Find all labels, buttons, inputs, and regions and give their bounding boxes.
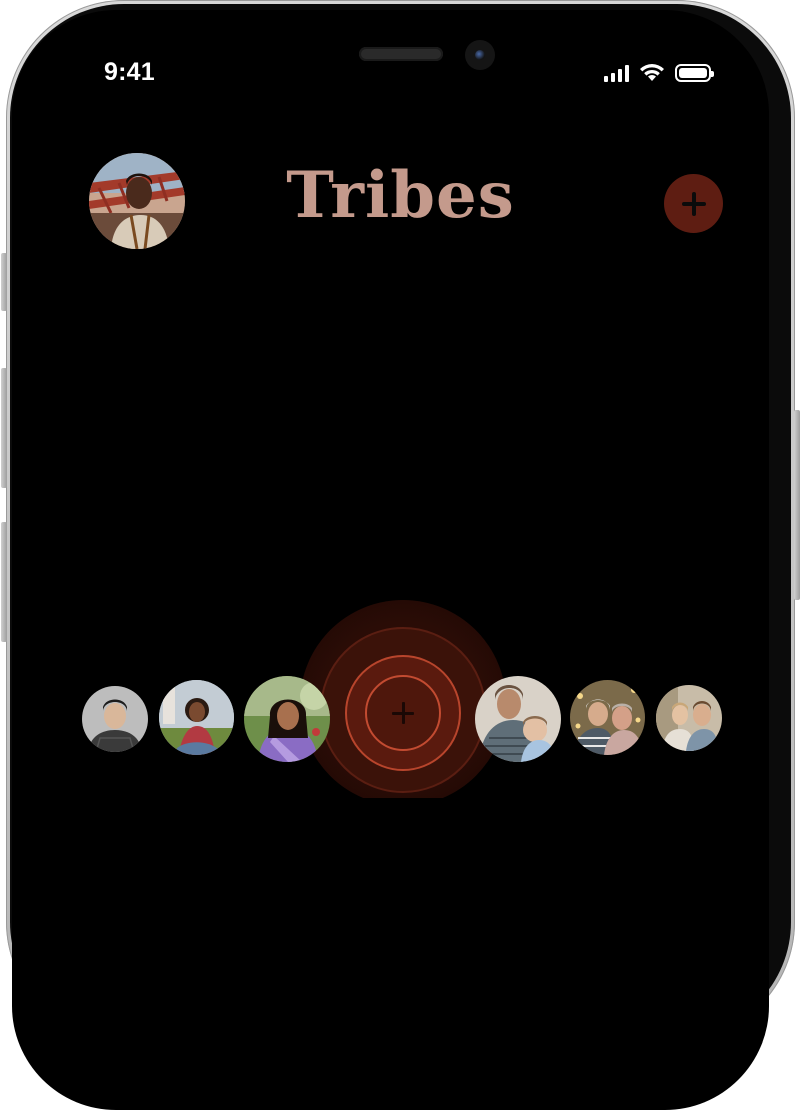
plus-icon (392, 702, 414, 724)
plus-icon (681, 191, 706, 216)
front-camera (465, 40, 495, 70)
status-time: 9:41 (104, 58, 155, 86)
status-icons (604, 63, 714, 82)
member-avatar[interactable] (244, 676, 330, 762)
member-avatar[interactable] (570, 680, 645, 755)
cellular-signal-icon (604, 64, 629, 82)
battery-full-icon (675, 63, 714, 82)
add-tribe-button[interactable] (664, 174, 723, 233)
wifi-icon (640, 64, 664, 81)
speaker-grille (359, 47, 443, 61)
side-button-left-3 (1, 522, 7, 642)
member-avatar[interactable] (475, 676, 561, 762)
side-button-left-2 (1, 368, 7, 488)
side-button-right (794, 410, 800, 600)
member-avatar[interactable] (656, 685, 722, 751)
member-avatar[interactable] (82, 686, 148, 752)
side-button-left-1 (1, 253, 7, 311)
member-avatar[interactable] (159, 680, 234, 755)
